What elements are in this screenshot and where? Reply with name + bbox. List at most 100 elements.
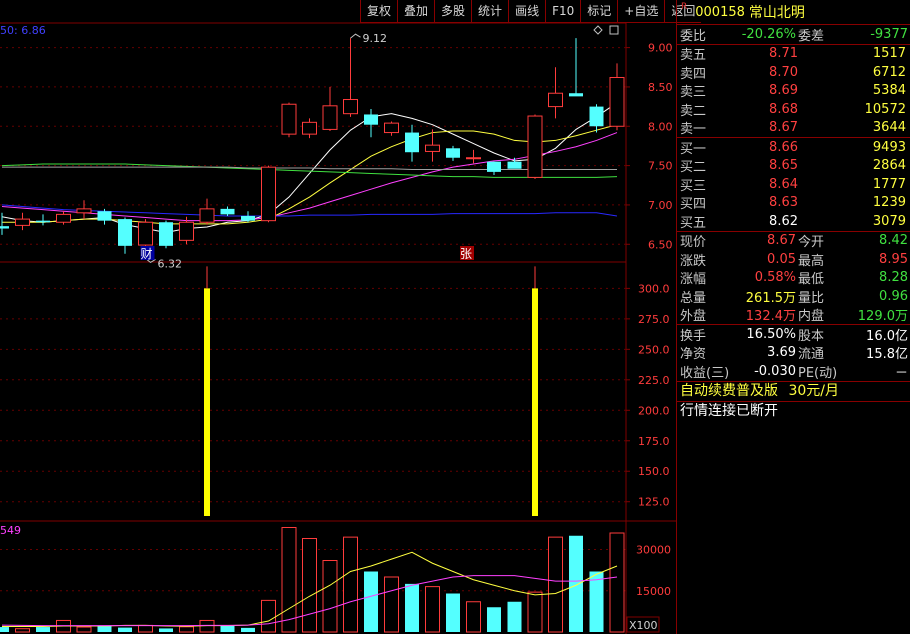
- volume-bar: [548, 536, 563, 633]
- ma-label: 50: 6.86: [0, 24, 46, 37]
- add-favorite-button[interactable]: +自选: [617, 0, 664, 22]
- candle-body: [76, 208, 92, 214]
- restore-rights-button[interactable]: 复权: [360, 0, 397, 22]
- candle-body: [425, 144, 440, 152]
- buy-price: 8.66: [769, 139, 798, 155]
- float-shares: 15.8亿: [866, 347, 908, 363]
- volume-tick-label: 30000: [636, 544, 671, 557]
- fund-label: 净资: [680, 347, 707, 363]
- indicator-tick-label: 275.0: [638, 313, 670, 326]
- stat-row: 外盘 132.4万 内盘 129.0万: [677, 306, 910, 325]
- sell-book: 卖五 8.71 1517 卖四 8.70 6712 卖三 8.69 5384 卖二 8.68 1…: [677, 45, 910, 138]
- fund-label: 流通: [798, 347, 825, 363]
- indicator-tick-label: 300.0: [638, 282, 670, 295]
- volume-bar: [302, 538, 317, 633]
- sell-label: 卖三: [680, 85, 707, 101]
- buy-price: 8.62: [769, 213, 798, 229]
- kline-chart-area[interactable]: 9.00 8.50 8.00 7.50 7.00 6.50 300.0 275.0 250.0 2…: [0, 0, 676, 634]
- candle-body: [0, 226, 9, 229]
- candle-body: [548, 92, 563, 108]
- max-pointer: [350, 33, 361, 39]
- window-square-icon[interactable]: [609, 25, 619, 35]
- ma-line: [1, 163, 618, 178]
- outer-volume: 132.4万: [745, 309, 796, 325]
- stock-code[interactable]: 000158: [695, 5, 745, 20]
- sell-row: 卖二 8.68 10572: [677, 100, 910, 119]
- volume-bar: [281, 527, 297, 633]
- buy-row: 买四 8.63 1239: [677, 194, 910, 213]
- volume-bar: [466, 601, 481, 633]
- fund-label: 收益(三): [680, 365, 730, 381]
- weibi-value: -20.26%: [741, 26, 796, 42]
- buy-label: 买四: [680, 197, 707, 213]
- subscription-notice[interactable]: 自动续费普及版 30元/月: [677, 382, 910, 402]
- candle-body: [118, 219, 132, 246]
- buy-label: 买三: [680, 178, 707, 194]
- price-tick-label: 6.50: [648, 238, 673, 251]
- volume-bar: [364, 571, 378, 632]
- indicator-tick-label: 250.0: [638, 343, 670, 356]
- candle-body: [97, 211, 112, 221]
- subscription-text: 自动续费普及版: [680, 382, 778, 399]
- ma-line: [2, 166, 617, 171]
- expand-diamond-icon[interactable]: [593, 25, 603, 35]
- sell-row: 卖四 8.70 6712: [677, 63, 910, 82]
- volume-ma-label: 549: [0, 524, 21, 537]
- buy-price: 8.65: [769, 158, 798, 174]
- stat-label: 外盘: [680, 309, 707, 325]
- weicha-value: -9377: [870, 26, 908, 42]
- fund-row: 换手 16.50% 股本 16.0亿: [677, 325, 910, 344]
- fund-label: 换手: [680, 328, 707, 344]
- indicator-tick-label: 200.0: [638, 404, 670, 417]
- overlay-button[interactable]: 叠加: [397, 0, 434, 22]
- buy-volume: 1777: [872, 176, 906, 192]
- volume-bar: [384, 576, 399, 633]
- price-tick-label: 7.00: [648, 199, 673, 212]
- volume-bar: [0, 627, 9, 632]
- indicator-tick-label: 125.0: [638, 496, 670, 509]
- pe-ratio: －: [894, 365, 908, 381]
- indicator-tick-label: 225.0: [638, 374, 670, 387]
- candle-body: [302, 121, 317, 135]
- weibi-label: 委比: [680, 28, 707, 44]
- buy-volume: 1239: [872, 195, 906, 211]
- fund-row: 收益(三) -0.030 PE(动) －: [677, 362, 910, 381]
- candle-body: [527, 115, 543, 178]
- price-tick-label: 9.00: [648, 42, 673, 55]
- volume-bar: [609, 532, 625, 633]
- f10-button[interactable]: F10: [545, 0, 580, 22]
- stock-name[interactable]: 常山北明: [749, 2, 805, 22]
- volume-bar: [36, 627, 50, 632]
- ma-line: [2, 124, 618, 225]
- mark-button[interactable]: 标记: [580, 0, 617, 22]
- current-price: 8.67: [767, 233, 796, 249]
- indicator-tick-label: 175.0: [638, 435, 670, 448]
- finance-event-marker[interactable]: 财: [141, 247, 153, 261]
- candle-body: [220, 208, 235, 215]
- volume-bar: [159, 628, 173, 632]
- statistics-button[interactable]: 统计: [471, 0, 508, 22]
- indicator-bar: [532, 288, 538, 516]
- sell-volume: 10572: [864, 101, 906, 117]
- candle-body: [179, 221, 194, 241]
- inner-volume: 129.0万: [857, 309, 908, 325]
- limit-event-marker[interactable]: 张: [460, 247, 472, 261]
- candle-body: [446, 148, 460, 158]
- candle-body: [609, 76, 625, 127]
- price-stats: 现价 8.67 今开 8.42 涨跌 0.05 最高 8.95 涨幅 0.58% 最低 8.28 …: [677, 232, 910, 325]
- connection-status: 行情连接已断开: [680, 402, 778, 419]
- sell-price: 8.69: [769, 83, 798, 99]
- earnings: -0.030: [754, 363, 796, 379]
- candle-body: [569, 93, 583, 97]
- volume-bar: [343, 536, 358, 633]
- volume-bar: [507, 601, 522, 632]
- candle-body: [405, 132, 419, 153]
- volume-ratio: 0.96: [879, 288, 908, 304]
- sell-label: 卖二: [680, 103, 707, 119]
- multi-stock-button[interactable]: 多股: [434, 0, 471, 22]
- volume-bar: [487, 607, 501, 632]
- draw-line-button[interactable]: 画线: [508, 0, 545, 22]
- stat-label: 涨幅: [680, 272, 707, 288]
- volume-unit-label: X100: [629, 619, 658, 632]
- stat-row: 现价 8.67 今开 8.42: [677, 232, 910, 250]
